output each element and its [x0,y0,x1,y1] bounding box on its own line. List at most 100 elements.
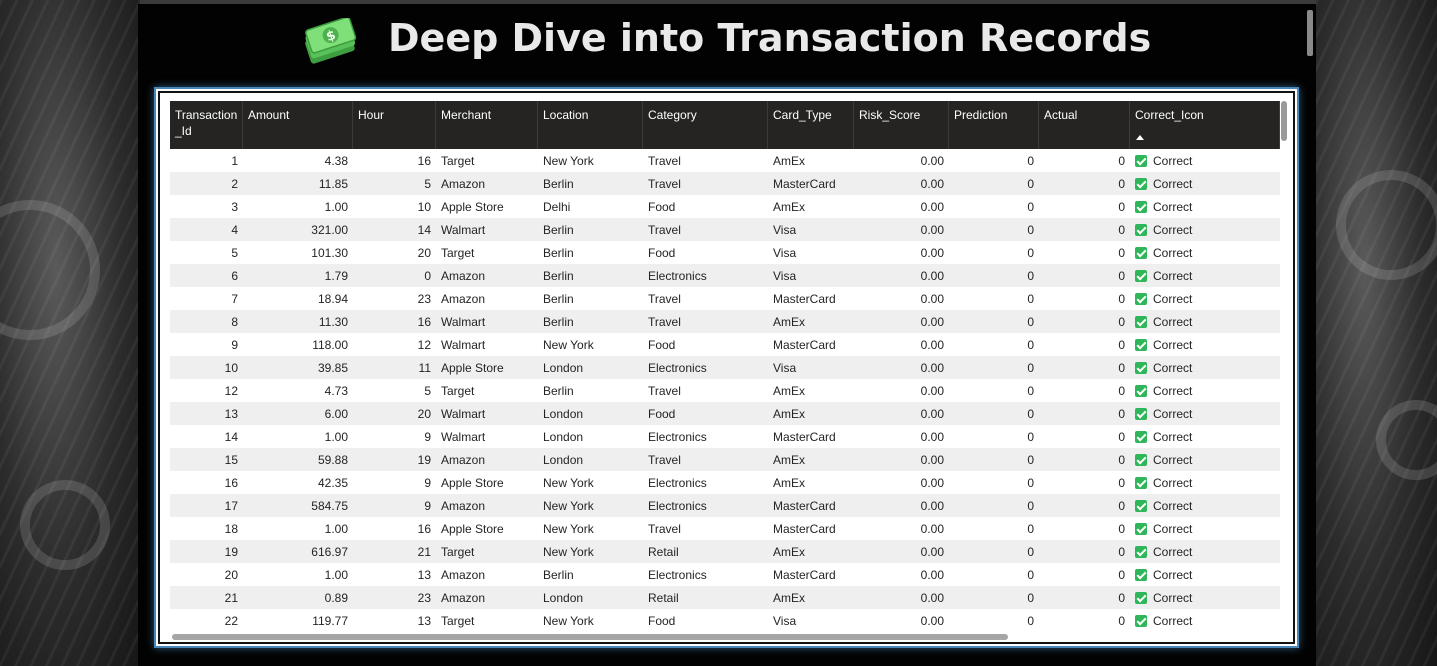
cell-amount: 6.00 [243,402,353,425]
table-row[interactable]: 1 4.38 16 Target New York Travel AmEx 0.00 0 0 Cor… [170,149,1280,172]
cell-prediction: 0 [949,195,1039,218]
cell-hour: 14 [353,218,436,241]
cell-text: 12 [224,384,238,398]
cell-text: Berlin [543,384,574,398]
table-row[interactable]: 2 11.85 5 Amazon Berlin Travel MasterCard 0.00 0… [170,172,1280,195]
cell-card-type: Visa [768,609,854,632]
table-row[interactable]: 17 584.75 9 Amazon New York Electronics Master… [170,494,1280,517]
column-header-merchant[interactable]: Merchant [436,101,538,149]
cell-transaction-id: 8 [170,310,243,333]
cell-text: Berlin [543,177,574,191]
cell-text: 0 [1027,453,1034,467]
cell-text: Correct [1153,223,1193,237]
cell-actual: 0 [1039,540,1130,563]
column-header-card-type[interactable]: Card_Type [768,101,854,149]
cell-transaction-id: 9 [170,333,243,356]
column-header-correct-icon[interactable]: Correct_Icon [1130,101,1280,149]
table-row[interactable]: 3 1.00 10 Apple Store Delhi Food AmEx 0.00 0 0 Cor… [170,195,1280,218]
green-checkmark-icon [1135,523,1147,535]
column-header-actual[interactable]: Actual [1039,101,1130,149]
cell-text: Berlin [543,568,574,582]
table-body: 1 4.38 16 Target New York Travel AmEx 0.00 0 0 Cor… [170,149,1280,632]
cell-category: Electronics [643,563,768,586]
cell-card-type: Visa [768,218,854,241]
cell-text: 0.00 [920,269,944,283]
cell-text: Correct [1153,591,1193,605]
cell-amount: 321.00 [243,218,353,241]
cell-text: 17 [224,499,238,513]
cell-location: New York [538,149,643,172]
table-row[interactable]: 22 119.77 13 Target New York Food Visa 0.00 0 0 Co… [170,609,1280,632]
table-row[interactable]: 18 1.00 16 Apple Store New York Travel MasterC… [170,517,1280,540]
vertical-scrollbar[interactable] [1281,101,1287,141]
cell-risk-score: 0.00 [854,540,949,563]
cell-text: Berlin [543,269,574,283]
cell-risk-score: 0.00 [854,333,949,356]
table-row[interactable]: 7 18.94 23 Amazon Berlin Travel MasterCard 0.00… [170,287,1280,310]
cell-category: Food [643,402,768,425]
cell-prediction: 0 [949,517,1039,540]
table-row[interactable]: 12 4.73 5 Target Berlin Travel AmEx 0.00 0 0 Corre… [170,379,1280,402]
cell-location: New York [538,540,643,563]
cell-text: Travel [648,453,681,467]
table-row[interactable]: 8 11.30 16 Walmart Berlin Travel AmEx 0.00 0 0 Cor… [170,310,1280,333]
column-header-location[interactable]: Location [538,101,643,149]
cell-risk-score: 0.00 [854,517,949,540]
horizontal-scrollbar[interactable] [172,634,1008,640]
table-row[interactable]: 20 1.00 13 Amazon Berlin Electronics MasterCar… [170,563,1280,586]
cell-merchant: Amazon [436,264,538,287]
cell-text: 0 [1027,384,1034,398]
cell-amount: 11.30 [243,310,353,333]
cell-prediction: 0 [949,149,1039,172]
green-checkmark-icon [1135,385,1147,397]
cell-text: 0 [1027,476,1034,490]
table-row[interactable]: 13 6.00 20 Walmart London Food AmEx 0.00 0 0 Corre… [170,402,1280,425]
cell-actual: 0 [1039,218,1130,241]
cell-text: Travel [648,384,681,398]
column-header-risk-score[interactable]: Risk_Score [854,101,949,149]
cell-text: 1.00 [324,568,348,582]
table-row[interactable]: 9 118.00 12 Walmart New York Food MasterCard 0.… [170,333,1280,356]
table-row[interactable]: 21 0.89 23 Amazon London Retail AmEx 0.00 0 0 Corr… [170,586,1280,609]
cell-prediction: 0 [949,494,1039,517]
table-row[interactable]: 10 39.85 11 Apple Store London Electronics Vis… [170,356,1280,379]
column-header-amount[interactable]: Amount [243,101,353,149]
table-row[interactable]: 16 42.35 9 Apple Store New York Electronics Am… [170,471,1280,494]
cell-text: Walmart [441,430,486,444]
table-row[interactable]: 6 1.79 0 Amazon Berlin Electronics Visa 0.00 0 0 C… [170,264,1280,287]
column-header-hour[interactable]: Hour [353,101,436,149]
cell-merchant: Amazon [436,494,538,517]
cell-category: Retail [643,586,768,609]
cell-category: Electronics [643,264,768,287]
cell-text: 16 [224,476,238,490]
table-row[interactable]: 14 1.00 9 Walmart London Electronics MasterCar… [170,425,1280,448]
column-header-label: Card_Type [773,108,832,122]
table-row[interactable]: 15 59.88 19 Amazon London Travel AmEx 0.00 0 0 Cor… [170,448,1280,471]
cell-text: Visa [773,223,797,237]
sort-ascending-icon[interactable] [1136,135,1144,140]
cell-text: 5 [424,384,431,398]
column-header-prediction[interactable]: Prediction [949,101,1039,149]
cell-text: 0 [1118,246,1125,260]
cell-prediction: 0 [949,287,1039,310]
column-header-transaction-id[interactable]: Transaction_Id [170,101,243,149]
cell-text: 10 [417,200,431,214]
cell-transaction-id: 1 [170,149,243,172]
cell-text: Amazon [441,453,486,467]
table-row[interactable]: 19 616.97 21 Target New York Retail AmEx 0.00 0 0… [170,540,1280,563]
cell-prediction: 0 [949,218,1039,241]
column-header-category[interactable]: Category [643,101,768,149]
page-scrollbar[interactable] [1307,10,1313,56]
cell-merchant: Amazon [436,563,538,586]
table-row[interactable]: 4 321.00 14 Walmart Berlin Travel Visa 0.00 0 0 Co… [170,218,1280,241]
cell-text: Travel [648,223,681,237]
cell-correct-icon: Correct [1130,264,1280,287]
table-row[interactable]: 5 101.30 20 Target Berlin Food Visa 0.00 0 0 Corre… [170,241,1280,264]
cell-location: New York [538,517,643,540]
cell-correct-icon: Correct [1130,517,1280,540]
cell-correct-icon: Correct [1130,195,1280,218]
cell-amount: 11.85 [243,172,353,195]
cell-text: Correct [1153,476,1193,490]
cell-risk-score: 0.00 [854,586,949,609]
cell-correct-icon: Correct [1130,471,1280,494]
